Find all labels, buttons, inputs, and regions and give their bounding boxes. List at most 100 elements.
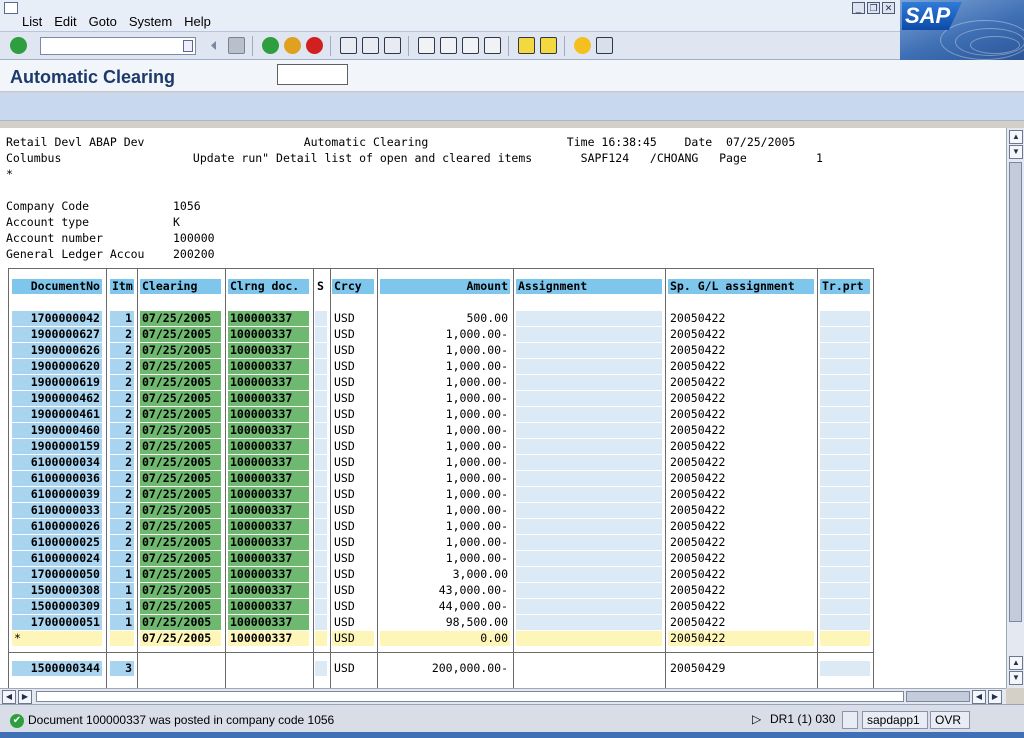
menu-system[interactable]: System [129, 14, 172, 29]
scroll-left-end-icon[interactable]: ◀ [972, 690, 986, 704]
column-header-tr-prt[interactable]: Tr.prt [820, 279, 870, 294]
column-header-clearing[interactable]: Clearing [140, 279, 221, 294]
create-session-icon[interactable] [518, 37, 535, 54]
back-arrow-icon[interactable] [208, 37, 218, 54]
help-icon[interactable] [574, 37, 591, 54]
document-number-cell: 6100000036 [12, 471, 102, 486]
trading-partner-cell [820, 455, 870, 470]
shortcut-icon[interactable] [540, 37, 557, 54]
restore-icon[interactable]: ❐ [867, 2, 880, 14]
minimize-icon[interactable]: _ [852, 2, 865, 14]
currency-cell: USD [334, 535, 355, 549]
print-icon[interactable] [340, 37, 357, 54]
vertical-scrollbar[interactable]: ▲ ▼ ▲ ▼ [1006, 128, 1024, 688]
column-header-sp-gl-assignment[interactable]: Sp. G/L assignment [668, 279, 814, 294]
clearing-date-cell: 07/25/2005 [140, 343, 221, 358]
horizontal-scroll-track[interactable] [36, 691, 904, 702]
menu-list[interactable]: List [22, 14, 42, 29]
trading-partner-cell [820, 311, 870, 326]
clearing-date-cell: 07/25/2005 [140, 311, 221, 326]
trading-partner-cell [820, 391, 870, 406]
sp-gl-assignment-cell: 20050422 [670, 535, 726, 549]
scroll-down-icon[interactable]: ▼ [1009, 671, 1023, 685]
currency-cell: USD [334, 327, 355, 341]
amount-cell: 1,000.00- [445, 455, 508, 469]
status-toggle-icon[interactable]: ▷ [748, 711, 765, 729]
system-menu-icon[interactable] [4, 2, 18, 14]
column-header-clrng-doc[interactable]: Clrng doc. [228, 279, 309, 294]
next-page-icon[interactable] [462, 37, 479, 54]
currency-cell: USD [334, 343, 355, 357]
enter-icon[interactable] [10, 37, 27, 54]
command-field[interactable] [40, 37, 196, 55]
layout-menu-icon[interactable] [596, 37, 613, 54]
command-history-icon[interactable] [183, 40, 193, 52]
clearing-date-cell: 07/25/2005 [140, 503, 221, 518]
status-message[interactable]: ✔ Document 100000337 was posted in compan… [10, 711, 750, 731]
menu-help[interactable]: Help [184, 14, 211, 29]
cancel-icon[interactable] [306, 37, 323, 54]
column-header-documentno[interactable]: DocumentNo [12, 279, 102, 294]
column-header-s[interactable]: S [315, 279, 327, 294]
scroll-page-up-icon[interactable]: ▼ [1009, 145, 1023, 159]
item-cell: 2 [110, 471, 134, 486]
clearing-doc-cell: 100000337 [228, 615, 309, 630]
item-cell: 1 [110, 615, 134, 630]
total-special-gl-cell [315, 631, 327, 646]
item-cell: 2 [110, 519, 134, 534]
insert-mode: OVR [930, 711, 970, 729]
clearing-doc-cell: 100000337 [228, 599, 309, 614]
column-header-crcy[interactable]: Crcy [332, 279, 374, 294]
column-header-amount[interactable]: Amount [380, 279, 510, 294]
back-icon[interactable] [262, 37, 279, 54]
special-gl-cell [315, 455, 327, 470]
document-number-cell: 6100000034 [12, 455, 102, 470]
system-info-list-icon[interactable] [842, 711, 858, 729]
currency-cell: USD [334, 583, 355, 597]
trading-partner-cell [820, 359, 870, 374]
horizontal-scroll-thumb[interactable] [906, 691, 970, 702]
toolbar-separator [252, 36, 253, 56]
scroll-left-icon[interactable]: ◀ [2, 690, 16, 704]
list-output: Retail Devl ABAP Dev Automatic Clearing … [0, 128, 1006, 688]
toolbar-separator [508, 36, 509, 56]
clearing-date-cell [140, 661, 221, 676]
assignment-cell [516, 661, 662, 676]
amount-cell: 1,000.00- [445, 327, 508, 341]
scroll-right-small-icon[interactable]: ▶ [18, 690, 32, 704]
report-header-line-1: Retail Devl ABAP Dev Automatic Clearing … [6, 135, 796, 149]
scroll-page-down-icon[interactable]: ▲ [1009, 656, 1023, 670]
vertical-scroll-thumb[interactable] [1009, 162, 1022, 622]
report-header-line-2: Columbus Update run" Detail list of open… [6, 151, 823, 165]
special-gl-cell [315, 471, 327, 486]
scroll-right-icon[interactable]: ▶ [988, 690, 1002, 704]
special-gl-cell [315, 327, 327, 342]
save-icon[interactable] [228, 37, 245, 54]
find-icon[interactable] [362, 37, 379, 54]
column-header-itm[interactable]: Itm [110, 279, 134, 294]
item-cell: 2 [110, 455, 134, 470]
amount-cell: 1,000.00- [445, 423, 508, 437]
company-code-label: Company Code [6, 199, 90, 213]
exit-icon[interactable] [284, 37, 301, 54]
previous-page-icon[interactable] [440, 37, 457, 54]
document-number-cell: 1700000042 [12, 311, 102, 326]
item-cell: 2 [110, 407, 134, 422]
menu-bar: List Edit Goto System Help _ ❐ ✕ [0, 0, 1024, 32]
scroll-up-icon[interactable]: ▲ [1009, 130, 1023, 144]
horizontal-scrollbar[interactable]: ◀ ▶ ◀ ▶ [0, 688, 1006, 704]
system-info[interactable]: DR1 (1) 030 [766, 711, 842, 729]
command-input[interactable] [41, 38, 179, 54]
clearing-date-cell: 07/25/2005 [140, 375, 221, 390]
first-page-icon[interactable] [418, 37, 435, 54]
find-next-icon[interactable] [384, 37, 401, 54]
amount-cell: 1,000.00- [445, 375, 508, 389]
menu-edit[interactable]: Edit [54, 14, 76, 29]
menu-goto[interactable]: Goto [89, 14, 117, 29]
column-header-assignment[interactable]: Assignment [516, 279, 662, 294]
currency-cell: USD [334, 407, 355, 421]
last-page-icon[interactable] [484, 37, 501, 54]
close-window-icon[interactable]: ✕ [882, 2, 895, 14]
title-area-box [277, 64, 348, 85]
sp-gl-assignment-cell: 20050422 [670, 343, 726, 357]
